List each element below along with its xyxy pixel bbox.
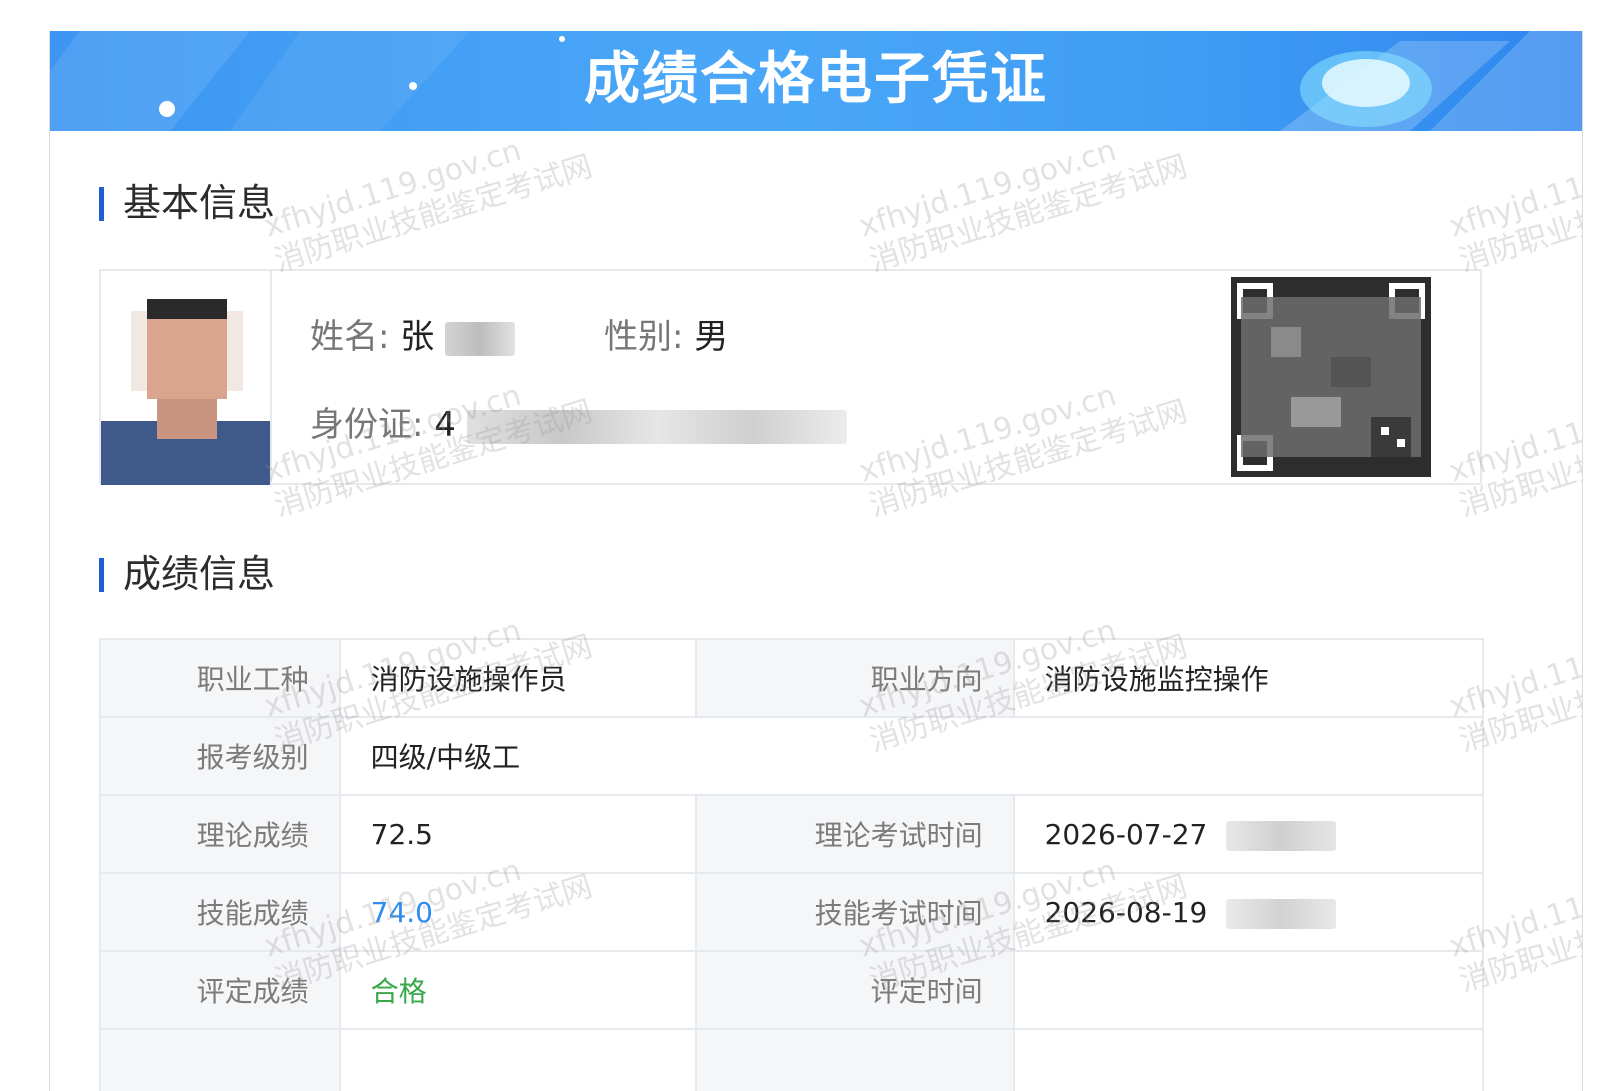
name-value: 张: [400, 317, 435, 357]
id-label: 身份证:: [310, 405, 424, 445]
skill-time-cell: 2026-08-19: [1012, 872, 1485, 952]
theory-score-label: 理论成绩: [99, 794, 341, 874]
skill-score-value[interactable]: 74.0: [338, 872, 698, 952]
name-field: 姓名: 张: [310, 317, 516, 357]
score-table: 职业工种 消防设施操作员 职业方向 消防设施监控操作 报考级别 四级/中级工 理…: [99, 638, 1485, 1091]
theory-time-label: 理论考试时间: [695, 794, 1015, 874]
skill-time-value: 2026-08-19: [1044, 895, 1208, 929]
watermark: xfhyjd.119.gov.cn 消防职业技能鉴定考试网: [260, 133, 597, 279]
result-time-label: 评定时间: [695, 950, 1015, 1030]
watermark: xfhyjd.119.gov.cn 消防职业技能鉴定考试网: [855, 133, 1192, 279]
certificate-card: 成绩合格电子凭证 基本信息 姓名: 张 性别: 男 身份证: 4 成绩信息 职业…: [49, 31, 1583, 1091]
result-value: 合格: [338, 950, 698, 1030]
result-label: 评定成绩: [99, 950, 341, 1030]
table-row: 技能成绩 74.0 技能考试时间 2026-08-19: [99, 872, 1485, 952]
id-value: 4: [434, 405, 456, 445]
gender-value: 男: [694, 317, 729, 357]
name-label: 姓名:: [310, 317, 390, 357]
theory-time-redacted: [1226, 820, 1337, 851]
occupation-value: 消防设施操作员: [338, 638, 698, 718]
theory-time-value: 2026-07-27: [1044, 817, 1208, 851]
gender-field: 性别: 男: [604, 317, 728, 357]
level-value: 四级/中级工: [338, 716, 1485, 796]
avatar: [101, 271, 272, 485]
table-row: 职业工种 消防设施操作员 职业方向 消防设施监控操作: [99, 638, 1485, 718]
section-title-scores: 成绩信息: [99, 552, 275, 596]
watermark: xfhyjd.119.gov.cn 消防职业技能鉴定考试网: [1445, 133, 1583, 279]
table-row: 报考级别 四级/中级工: [99, 716, 1485, 796]
page-title: 成绩合格电子凭证: [584, 47, 1048, 112]
basic-info-panel: 姓名: 张 性别: 男 身份证: 4: [99, 269, 1482, 485]
id-field: 身份证: 4: [310, 405, 847, 445]
qr-code[interactable]: [1231, 277, 1431, 477]
occupation-label: 职业工种: [99, 638, 341, 718]
theory-score-value: 72.5: [338, 794, 698, 874]
section-title-basic: 基本信息: [99, 181, 275, 225]
skill-score-label: 技能成绩: [99, 872, 341, 952]
direction-value: 消防设施监控操作: [1012, 638, 1485, 718]
skill-time-label: 技能考试时间: [695, 872, 1015, 952]
header-banner: 成绩合格电子凭证: [50, 31, 1582, 131]
skill-time-redacted: [1226, 898, 1337, 929]
name-redacted: [445, 321, 516, 356]
table-row: [99, 1028, 1485, 1091]
direction-label: 职业方向: [695, 638, 1015, 718]
theory-time-cell: 2026-07-27: [1012, 794, 1485, 874]
level-label: 报考级别: [99, 716, 341, 796]
result-time-value: [1012, 950, 1485, 1030]
table-row: 理论成绩 72.5 理论考试时间 2026-07-27: [99, 794, 1485, 874]
table-row: 评定成绩 合格 评定时间: [99, 950, 1485, 1030]
gender-label: 性别:: [604, 317, 684, 357]
id-redacted: [466, 409, 847, 444]
